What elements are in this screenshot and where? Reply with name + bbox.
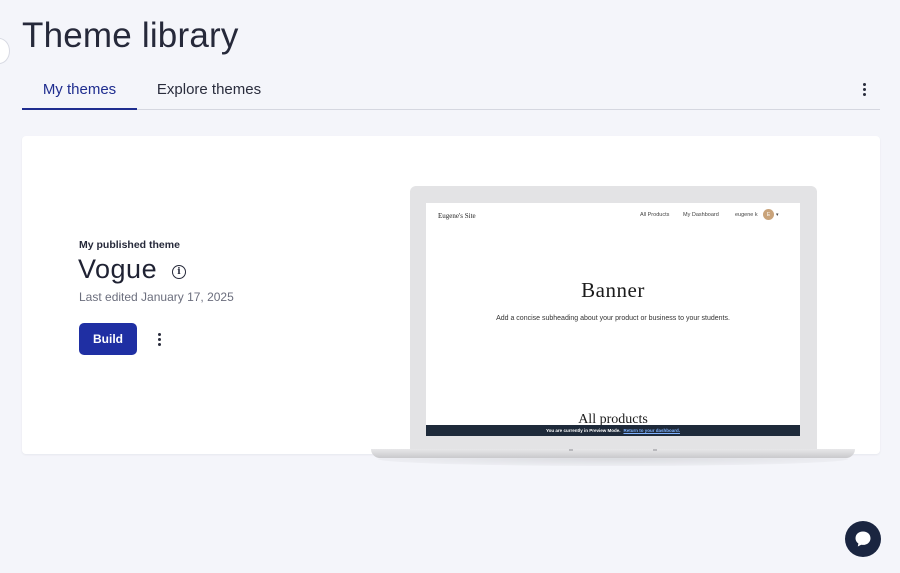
sidebar-collapse-handle[interactable] bbox=[0, 38, 10, 64]
preview-banner-title: Banner bbox=[581, 278, 645, 302]
preview-mode-notice: You are currently in Preview Mode. bbox=[546, 428, 621, 433]
last-edited-text: Last edited January 17, 2025 bbox=[79, 290, 234, 304]
preview-user-name: eugene k bbox=[735, 212, 758, 218]
more-options-icon[interactable] bbox=[854, 78, 874, 100]
tab-bar: My themes Explore themes bbox=[22, 68, 880, 110]
theme-options-icon[interactable] bbox=[149, 328, 169, 350]
page-title: Theme library bbox=[22, 16, 239, 55]
tab-explore-themes-label: Explore themes bbox=[156, 80, 262, 98]
tab-my-themes[interactable]: My themes bbox=[22, 68, 137, 110]
info-icon[interactable]: i bbox=[172, 265, 186, 279]
preview-caret-icon: ▾ bbox=[776, 212, 779, 218]
tab-explore-themes[interactable]: Explore themes bbox=[148, 68, 270, 110]
preview-mode-bar: You are currently in Preview Mode. Retur… bbox=[426, 425, 800, 436]
published-theme-label: My published theme bbox=[79, 239, 180, 251]
preview-avatar: E bbox=[763, 209, 774, 220]
theme-name: Vogue bbox=[78, 254, 158, 284]
preview-banner-subtitle: Add a concise subheading about your prod… bbox=[496, 315, 730, 322]
active-tab-indicator bbox=[22, 108, 137, 110]
preview-nav-all-products: All Products bbox=[640, 212, 670, 218]
chat-bubble-icon[interactable] bbox=[845, 521, 881, 557]
preview-site-name: Eugene's Site bbox=[438, 212, 476, 220]
laptop-base bbox=[371, 449, 855, 458]
tab-my-themes-label: My themes bbox=[42, 80, 117, 98]
preview-nav-dashboard: My Dashboard bbox=[683, 212, 719, 218]
theme-preview-screen: Eugene's Site All Products My Dashboard … bbox=[426, 203, 800, 436]
build-button[interactable]: Build bbox=[79, 323, 137, 355]
preview-return-link: Return to your dashboard. bbox=[623, 428, 680, 433]
